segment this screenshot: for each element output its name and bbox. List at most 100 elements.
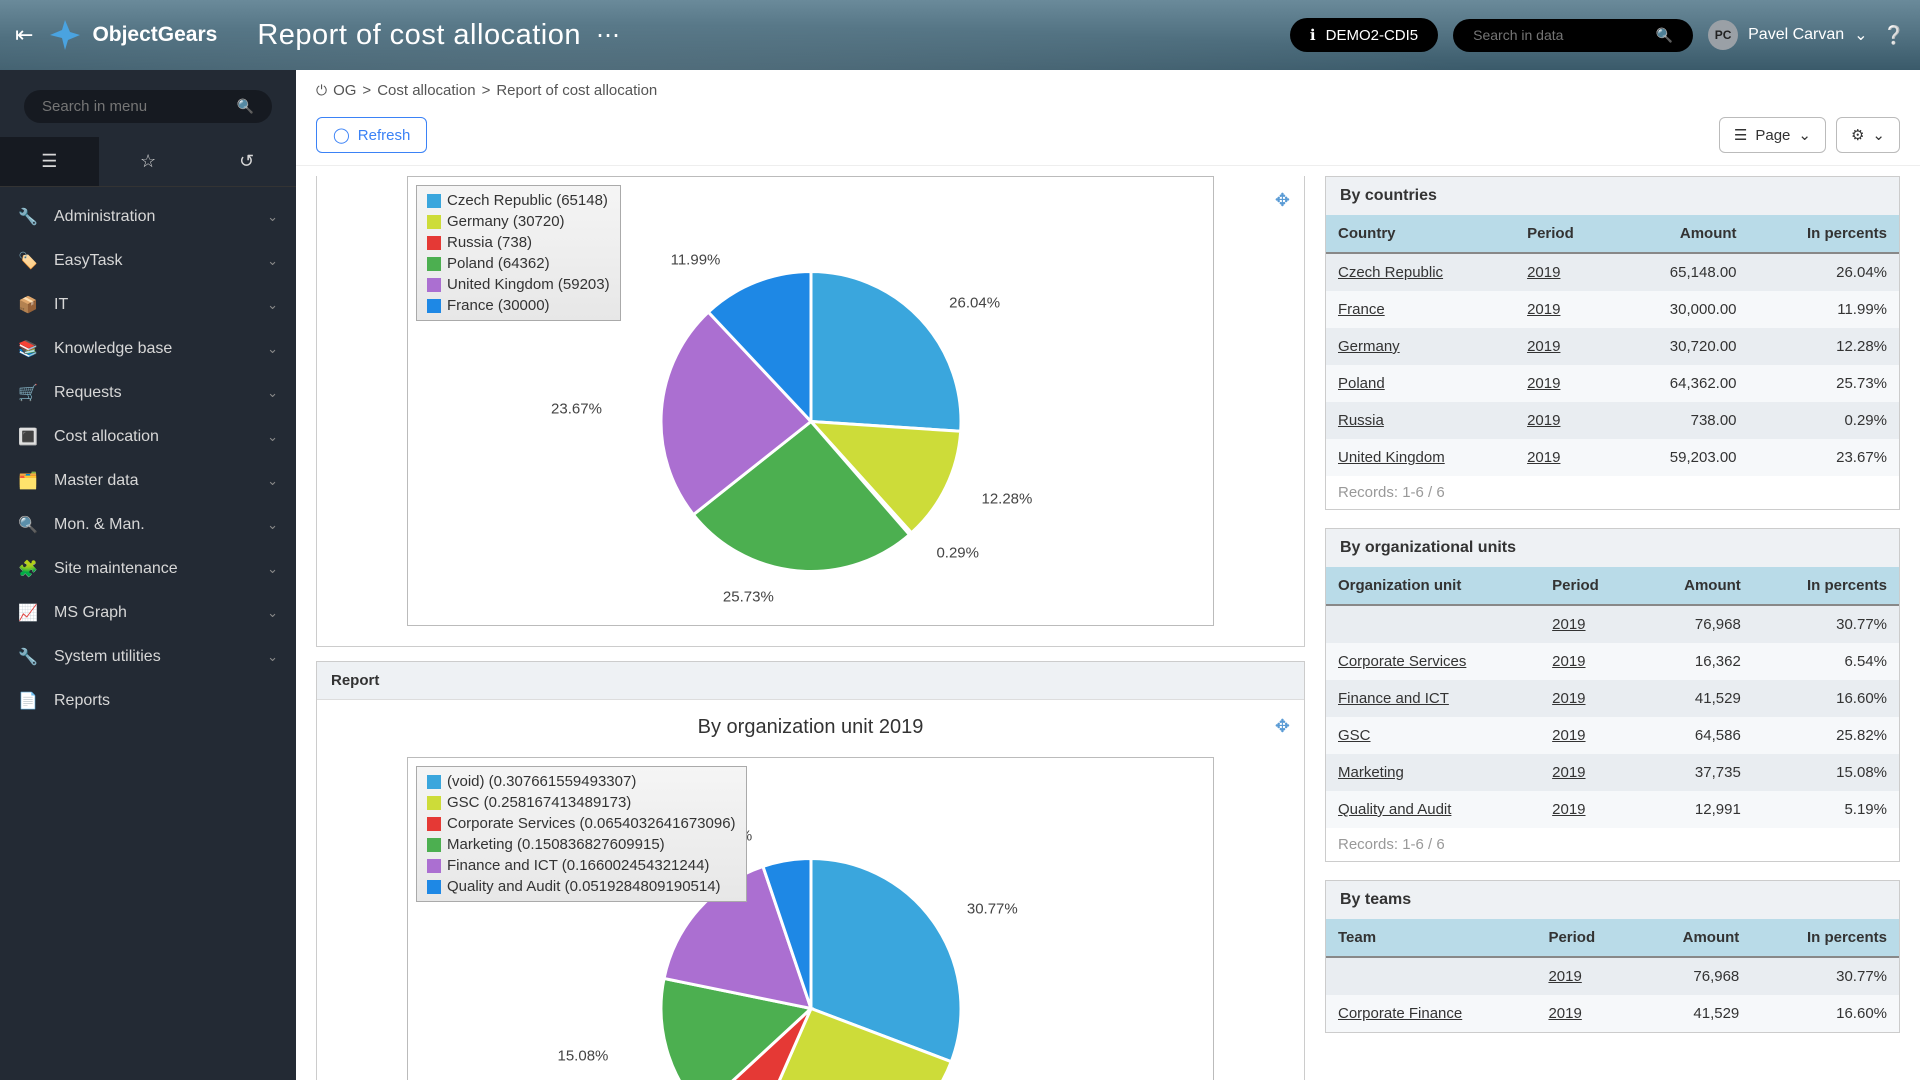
page-dropdown[interactable]: ☰ Page ⌄ bbox=[1719, 117, 1826, 153]
legend-label: (void) (0.307661559493307) bbox=[447, 771, 636, 792]
power-icon[interactable]: ⏻ bbox=[316, 82, 327, 99]
sidebar-item-icon: 📦 bbox=[18, 295, 42, 315]
breadcrumb: ⏻ OG > Cost allocation > Report of cost … bbox=[296, 70, 1920, 111]
column-header[interactable]: Period bbox=[1515, 215, 1617, 253]
chevron-down-icon: ⌄ bbox=[267, 385, 278, 401]
panel-teams: By teams TeamPeriodAmountIn percents2019… bbox=[1325, 880, 1900, 1033]
column-header[interactable]: Country bbox=[1326, 215, 1515, 253]
menu-collapse-icon[interactable]: ⇤ bbox=[15, 22, 33, 48]
report-header: Report bbox=[317, 662, 1304, 700]
panel-title: By countries bbox=[1326, 177, 1899, 215]
chevron-down-icon: ⌄ bbox=[267, 429, 278, 445]
sidebar-item-icon: 🛒 bbox=[18, 383, 42, 403]
panel-countries: By countries CountryPeriodAmountIn perce… bbox=[1325, 176, 1900, 510]
sidebar-item-label: System utilities bbox=[54, 648, 161, 666]
sidebar-item-label: Master data bbox=[54, 472, 138, 490]
help-icon[interactable]: ❔ bbox=[1883, 25, 1905, 46]
column-header[interactable]: In percents bbox=[1749, 215, 1899, 253]
pie-slice-label: 26.04% bbox=[949, 294, 1000, 311]
period-link: 2019 bbox=[1527, 338, 1560, 355]
breadcrumb-mid[interactable]: Cost allocation bbox=[377, 82, 475, 99]
sidebar-item-icon: 🔧 bbox=[18, 647, 42, 667]
sidebar-item-icon: 🔧 bbox=[18, 207, 42, 227]
column-header[interactable]: Amount bbox=[1637, 919, 1752, 957]
environment-pill[interactable]: ℹ DEMO2-CDI5 bbox=[1290, 18, 1438, 52]
row-link: Corporate Finance bbox=[1338, 1005, 1462, 1022]
page-title-more-icon[interactable]: ⋯ bbox=[596, 21, 622, 50]
settings-dropdown[interactable]: ⚙ ⌄ bbox=[1836, 117, 1900, 153]
column-header[interactable]: Period bbox=[1536, 919, 1636, 957]
sidebar-item-icon: 🗂️ bbox=[18, 471, 42, 491]
column-header[interactable]: Amount bbox=[1639, 567, 1752, 605]
legend-swatch bbox=[427, 859, 441, 873]
sidebar-item-label: IT bbox=[54, 296, 68, 314]
column-header[interactable]: Amount bbox=[1617, 215, 1748, 253]
row-link: Czech Republic bbox=[1338, 264, 1443, 281]
column-header[interactable]: In percents bbox=[1751, 919, 1899, 957]
legend-label: Quality and Audit (0.0519284809190514) bbox=[447, 876, 721, 897]
page-title: Report of cost allocation bbox=[257, 19, 581, 52]
legend-label: Czech Republic (65148) bbox=[447, 190, 608, 211]
sidebar-item[interactable]: 🔳Cost allocation⌄ bbox=[0, 415, 296, 459]
search-input[interactable] bbox=[1473, 27, 1643, 43]
sidebar-item-label: Site maintenance bbox=[54, 560, 178, 578]
menu-search-input[interactable] bbox=[42, 98, 232, 115]
sidebar-item[interactable]: 🗂️Master data⌄ bbox=[0, 459, 296, 503]
tab-favorites[interactable]: ☆ bbox=[99, 137, 198, 186]
sidebar-item-icon: 📈 bbox=[18, 603, 42, 623]
legend-label: Russia (738) bbox=[447, 232, 532, 253]
refresh-button[interactable]: ◯ Refresh bbox=[316, 117, 427, 153]
menu-search[interactable]: 🔍 bbox=[24, 90, 272, 123]
table-row: Quality and Audit201912,9915.19% bbox=[1326, 791, 1899, 828]
sidebar-item-label: Reports bbox=[54, 692, 110, 710]
search-icon[interactable]: 🔍 bbox=[237, 98, 254, 115]
row-link: GSC bbox=[1338, 727, 1371, 744]
period-link: 2019 bbox=[1552, 801, 1585, 818]
period-link: 2019 bbox=[1552, 616, 1585, 633]
legend-swatch bbox=[427, 838, 441, 852]
sidebar-tabs: ☰ ☆ ↺ bbox=[0, 137, 296, 187]
sidebar-item[interactable]: 🔍Mon. & Man.⌄ bbox=[0, 503, 296, 547]
column-header[interactable]: Organization unit bbox=[1326, 567, 1540, 605]
sidebar-item[interactable]: 🏷️EasyTask⌄ bbox=[0, 239, 296, 283]
tab-history[interactable]: ↺ bbox=[197, 137, 296, 186]
records-summary: Records: 1-6 / 6 bbox=[1326, 476, 1899, 509]
move-handle-icon[interactable]: ✥ bbox=[1275, 716, 1290, 737]
sidebar-item-icon: 🏷️ bbox=[18, 251, 42, 271]
column-header[interactable]: Team bbox=[1326, 919, 1536, 957]
brand-logo[interactable]: ObjectGears bbox=[48, 18, 217, 52]
period-link: 2019 bbox=[1552, 764, 1585, 781]
period-link: 2019 bbox=[1527, 449, 1560, 466]
sidebar-item[interactable]: 🔧Administration⌄ bbox=[0, 195, 296, 239]
panel-orgunits: By organizational units Organization uni… bbox=[1325, 528, 1900, 862]
move-handle-icon[interactable]: ✥ bbox=[1275, 190, 1290, 211]
sidebar-item[interactable]: 🛒Requests⌄ bbox=[0, 371, 296, 415]
breadcrumb-root[interactable]: OG bbox=[333, 82, 356, 99]
sidebar-item[interactable]: 📈MS Graph⌄ bbox=[0, 591, 296, 635]
pie-slice-label: 11.99% bbox=[671, 251, 721, 268]
table-row: 201976,96830.77% bbox=[1326, 957, 1899, 995]
global-search[interactable]: 🔍 bbox=[1453, 19, 1693, 52]
row-link: Corporate Services bbox=[1338, 653, 1466, 670]
column-header[interactable]: In percents bbox=[1753, 567, 1899, 605]
column-header[interactable]: Period bbox=[1540, 567, 1639, 605]
sidebar-item[interactable]: 📚Knowledge base⌄ bbox=[0, 327, 296, 371]
chevron-down-icon: ⌄ bbox=[1854, 25, 1867, 45]
user-menu[interactable]: PC Pavel Carvan ⌄ bbox=[1708, 20, 1867, 50]
sidebar-item[interactable]: 📦IT⌄ bbox=[0, 283, 296, 327]
tab-menu[interactable]: ☰ bbox=[0, 137, 99, 186]
table-row: United Kingdom201959,203.0023.67% bbox=[1326, 439, 1899, 476]
sidebar-item[interactable]: 📄Reports bbox=[0, 679, 296, 723]
legend-swatch bbox=[427, 257, 441, 271]
period-link: 2019 bbox=[1527, 375, 1560, 392]
brand-name: ObjectGears bbox=[92, 23, 217, 47]
legend-label: United Kingdom (59203) bbox=[447, 274, 610, 295]
legend-label: Poland (64362) bbox=[447, 253, 550, 274]
row-link: Russia bbox=[1338, 412, 1384, 429]
search-icon[interactable]: 🔍 bbox=[1656, 27, 1673, 44]
sidebar-item[interactable]: 🧩Site maintenance⌄ bbox=[0, 547, 296, 591]
period-link: 2019 bbox=[1552, 690, 1585, 707]
sidebar-item[interactable]: 🔧System utilities⌄ bbox=[0, 635, 296, 679]
table-teams: TeamPeriodAmountIn percents201976,96830.… bbox=[1326, 919, 1899, 1032]
chart-legend: Czech Republic (65148)Germany (30720)Rus… bbox=[416, 185, 621, 321]
